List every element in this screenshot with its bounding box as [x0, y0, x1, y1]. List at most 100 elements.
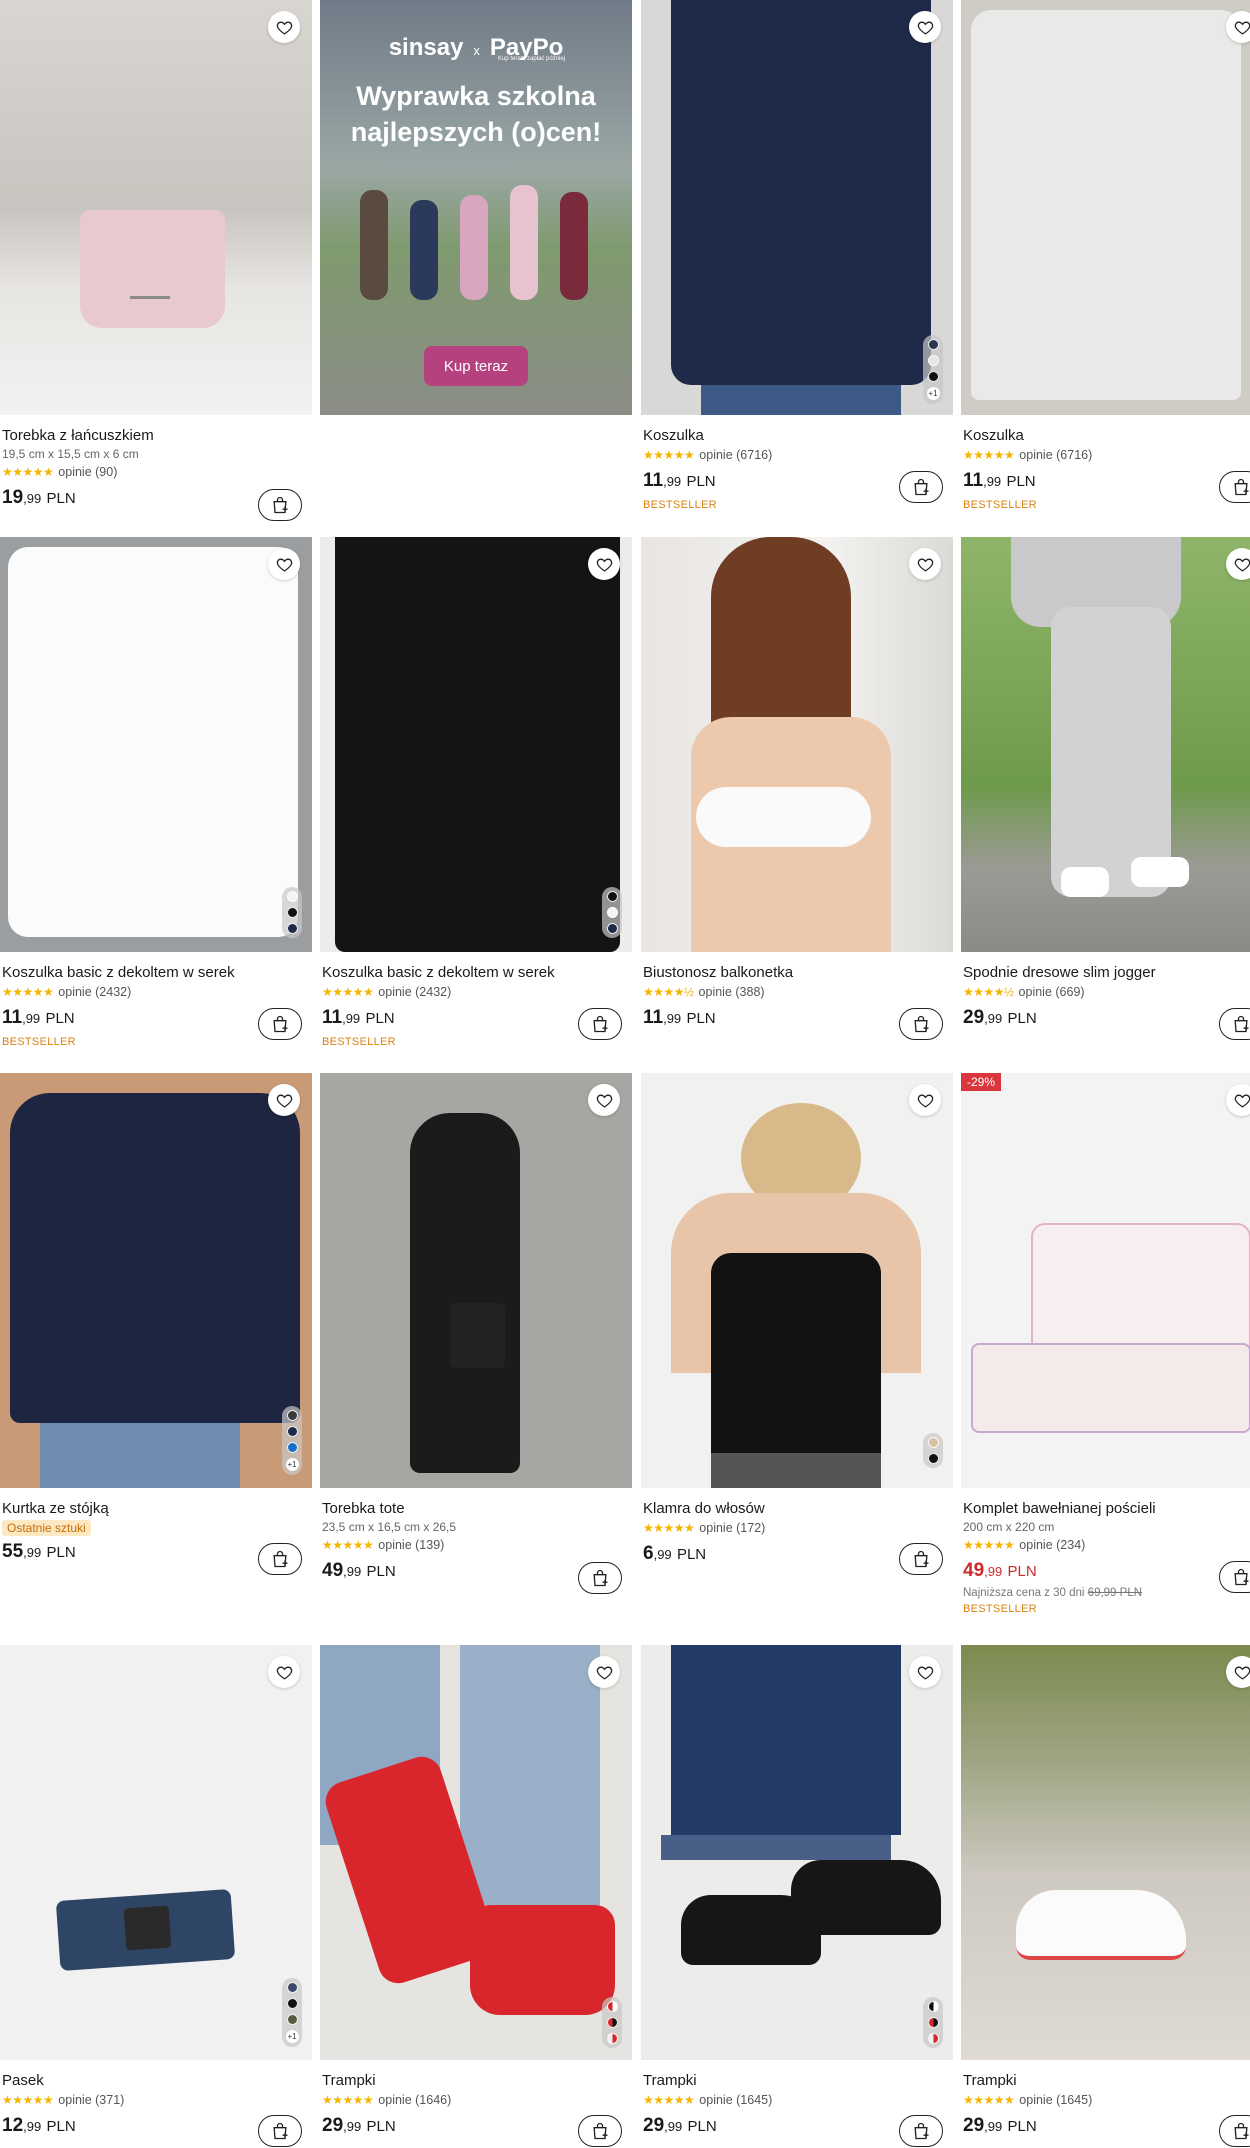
add-to-cart-button[interactable]	[578, 1562, 622, 1594]
wishlist-button[interactable]	[1226, 548, 1250, 580]
product-title[interactable]: Trampki	[963, 2071, 1250, 2091]
product-title[interactable]: Koszulka basic z dekoltem w serek	[322, 963, 622, 983]
swatch[interactable]	[286, 1410, 298, 1421]
swatch[interactable]	[606, 907, 618, 918]
swatch[interactable]	[606, 2017, 618, 2028]
swatch[interactable]	[927, 1453, 939, 1464]
swatch[interactable]	[606, 923, 618, 934]
swatch[interactable]	[286, 923, 298, 934]
wishlist-button[interactable]	[909, 11, 941, 43]
add-to-cart-button[interactable]	[258, 1543, 302, 1575]
product-title[interactable]: Trampki	[322, 2071, 622, 2091]
product-image[interactable]	[961, 1645, 1250, 2060]
product-image[interactable]	[320, 537, 632, 952]
product-title[interactable]: Klamra do włosów	[643, 1499, 943, 1519]
wishlist-button[interactable]	[1226, 11, 1250, 43]
color-swatches[interactable]	[282, 887, 302, 938]
product-title[interactable]: Biustonosz balkonetka	[643, 963, 943, 983]
color-swatches[interactable]	[923, 1997, 943, 2048]
swatch[interactable]	[286, 891, 298, 902]
color-swatches[interactable]: +1	[923, 335, 943, 404]
add-to-cart-button[interactable]	[899, 2115, 943, 2147]
product-title[interactable]: Kurtka ze stójką	[2, 1499, 302, 1519]
swatch[interactable]	[927, 2017, 939, 2028]
product-image[interactable]	[0, 0, 312, 415]
wishlist-button[interactable]	[268, 1084, 300, 1116]
product-card[interactable]: -29% Komplet bawełnianej pościeli 200 cm…	[961, 1073, 1250, 1643]
add-to-cart-button[interactable]	[258, 1008, 302, 1040]
add-to-cart-button[interactable]	[578, 1008, 622, 1040]
product-title[interactable]: Torebka tote	[322, 1499, 622, 1519]
product-title[interactable]: Torebka z łańcuszkiem	[2, 426, 302, 446]
product-image[interactable]	[0, 1645, 312, 2060]
swatch[interactable]	[927, 2033, 939, 2044]
color-swatches[interactable]	[923, 1433, 943, 1468]
product-title[interactable]: Trampki	[643, 2071, 943, 2091]
product-image[interactable]	[0, 1073, 312, 1488]
swatch[interactable]	[606, 2001, 618, 2012]
product-image[interactable]	[320, 1073, 632, 1488]
swatch[interactable]	[286, 1982, 298, 1993]
product-title[interactable]: Pasek	[2, 2071, 302, 2091]
product-image[interactable]	[641, 1645, 953, 2060]
swatch[interactable]	[927, 355, 939, 366]
more-colors[interactable]: +1	[926, 387, 940, 400]
add-to-cart-button[interactable]	[578, 2115, 622, 2147]
product-image[interactable]	[641, 537, 953, 952]
wishlist-button[interactable]	[268, 548, 300, 580]
add-to-cart-button[interactable]	[899, 1543, 943, 1575]
more-colors[interactable]: +1	[285, 1458, 299, 1471]
banner-image[interactable]: sinsay x PayPo Kup teraz, zapłać później W…	[320, 0, 632, 415]
swatch[interactable]	[927, 1437, 939, 1448]
product-card[interactable]: Spodnie dresowe slim jogger ★★★★½ opinie …	[961, 537, 1250, 1067]
product-image[interactable]	[961, 1073, 1250, 1488]
product-image[interactable]	[641, 1073, 953, 1488]
product-title[interactable]: Komplet bawełnianej pościeli	[963, 1499, 1250, 1519]
color-swatches[interactable]: +1	[282, 1406, 302, 1475]
swatch[interactable]	[927, 2001, 939, 2012]
product-title[interactable]: Koszulka	[963, 426, 1250, 446]
buy-now-button[interactable]: Kup teraz	[424, 346, 528, 386]
product-image[interactable]	[641, 0, 953, 415]
color-swatches[interactable]	[602, 1997, 622, 2048]
product-image[interactable]	[320, 1645, 632, 2060]
swatch[interactable]	[286, 1426, 298, 1437]
more-colors[interactable]: +1	[285, 2030, 299, 2043]
wishlist-button[interactable]	[909, 1084, 941, 1116]
add-to-cart-button[interactable]	[258, 489, 302, 521]
product-card[interactable]: Trampki ★★★★★ opinie (1645) 29,99 PLN	[961, 1645, 1250, 2148]
product-card[interactable]: Koszulka ★★★★★ opinie (6716) 11,99 PLN BE…	[961, 0, 1250, 530]
add-to-cart-button[interactable]	[1219, 1561, 1250, 1593]
add-to-cart-button[interactable]	[899, 471, 943, 503]
add-to-cart-button[interactable]	[258, 2115, 302, 2147]
color-swatches[interactable]: +1	[282, 1978, 302, 2047]
swatch[interactable]	[286, 907, 298, 918]
swatch[interactable]	[927, 371, 939, 382]
swatch[interactable]	[286, 1998, 298, 2009]
product-image[interactable]	[961, 537, 1250, 952]
wishlist-button[interactable]	[268, 1656, 300, 1688]
wishlist-button[interactable]	[909, 548, 941, 580]
product-image[interactable]	[961, 0, 1250, 415]
add-to-cart-button[interactable]	[1219, 471, 1250, 503]
wishlist-button[interactable]	[588, 548, 620, 580]
color-swatches[interactable]	[602, 887, 622, 938]
product-title[interactable]: Koszulka basic z dekoltem w serek	[2, 963, 302, 983]
wishlist-button[interactable]	[1226, 1084, 1250, 1116]
wishlist-button[interactable]	[1226, 1656, 1250, 1688]
swatch[interactable]	[606, 891, 618, 902]
product-image[interactable]	[0, 537, 312, 952]
product-title[interactable]: Koszulka	[643, 426, 943, 446]
wishlist-button[interactable]	[588, 1656, 620, 1688]
swatch[interactable]	[286, 2014, 298, 2025]
swatch[interactable]	[927, 339, 939, 350]
wishlist-button[interactable]	[909, 1656, 941, 1688]
swatch[interactable]	[286, 1442, 298, 1453]
add-to-cart-button[interactable]	[1219, 2115, 1250, 2147]
swatch[interactable]	[606, 2033, 618, 2044]
product-title[interactable]: Spodnie dresowe slim jogger	[963, 963, 1250, 983]
wishlist-button[interactable]	[588, 1084, 620, 1116]
wishlist-button[interactable]	[268, 11, 300, 43]
add-to-cart-button[interactable]	[899, 1008, 943, 1040]
add-to-cart-button[interactable]	[1219, 1008, 1250, 1040]
